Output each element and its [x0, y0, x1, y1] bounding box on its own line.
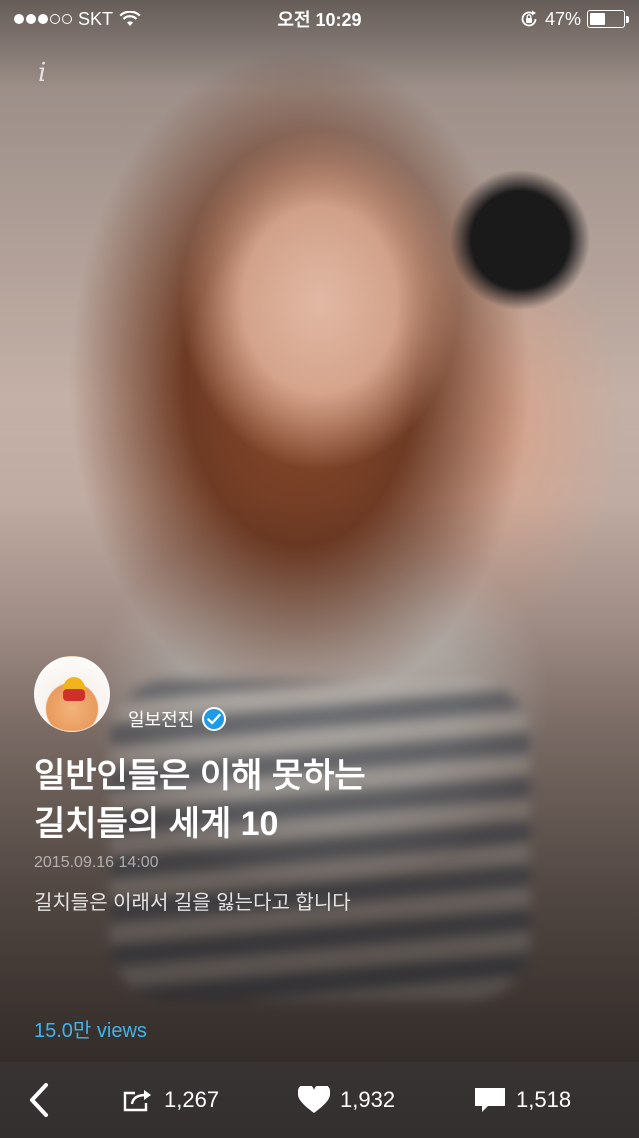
view-count: 15.0만 views	[34, 1020, 147, 1042]
back-button[interactable]	[22, 1078, 56, 1122]
author-avatar[interactable]	[34, 656, 110, 732]
share-count: 1,267	[164, 1087, 220, 1112]
post-title: 일반인들은 이해 못하는 길치들의 세계 10	[34, 752, 594, 848]
status-bar: SKT 오전 10:29 47%	[0, 0, 639, 38]
background-overlay	[0, 0, 639, 1138]
author-row[interactable]: 일보전진	[128, 706, 227, 732]
status-right: 47%	[519, 8, 629, 30]
info-icon[interactable]: i	[38, 58, 46, 88]
status-left: SKT	[14, 9, 141, 30]
rotation-lock-icon	[521, 10, 537, 27]
battery-percent: 47%	[544, 8, 581, 29]
verified-badge-icon	[202, 707, 227, 731]
comment-icon	[475, 1088, 505, 1112]
post-title-line-2: 길치들의 세계 10	[34, 805, 279, 843]
comment-button[interactable]: 1,518	[474, 1080, 571, 1120]
like-button[interactable]: 1,932	[298, 1080, 395, 1120]
post-date: 2015.09.16 14:00	[34, 854, 159, 871]
author-name[interactable]: 일보전진	[128, 706, 194, 732]
carrier-label: SKT	[78, 8, 114, 29]
heart-icon	[298, 1086, 330, 1113]
post-title-line-1: 일반인들은 이해 못하는	[34, 757, 366, 795]
bottom-toolbar: 1,267 1,932 1,518	[0, 1062, 639, 1138]
wifi-icon	[119, 11, 141, 26]
avatar-bear-figure	[63, 677, 85, 701]
post-subtitle: 길치들은 이래서 길을 잃는다고 합니다	[34, 892, 351, 914]
battery-level-fill	[590, 13, 606, 25]
comment-count: 1,518	[516, 1087, 572, 1112]
chevron-left-icon	[30, 1083, 48, 1117]
signal-strength-icon	[14, 14, 72, 24]
share-button[interactable]: 1,267	[122, 1080, 219, 1120]
share-icon	[123, 1090, 151, 1112]
battery-icon	[587, 10, 629, 28]
like-count: 1,932	[340, 1087, 396, 1112]
